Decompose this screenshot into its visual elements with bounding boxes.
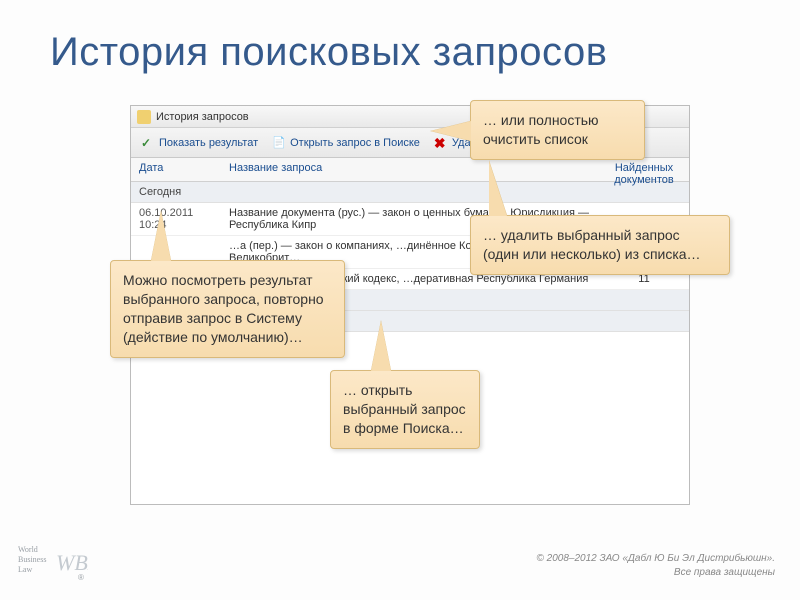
svg-text:Business: Business [18, 555, 46, 564]
callout-tail [151, 211, 171, 261]
wbl-logo: World Business Law WBL ® [18, 540, 88, 582]
open-in-search-label: Открыть запрос в Поиске [290, 137, 420, 149]
open-icon [272, 136, 286, 150]
callout-open-search: … открыть выбранный запрос в форме Поиск… [330, 370, 480, 449]
callout-tail [431, 121, 471, 141]
callout-text: … открыть выбранный запрос в форме Поиск… [343, 382, 466, 436]
callout-text: Можно посмотреть результат выбранного за… [123, 272, 324, 345]
svg-text:World: World [18, 545, 38, 554]
callout-text: … или полностью очистить список [483, 112, 599, 147]
col-header-date[interactable]: Дата [131, 158, 221, 181]
svg-text:WBL: WBL [56, 550, 88, 575]
show-result-label: Показать результат [159, 137, 258, 149]
slide-title: История поисковых запросов [50, 30, 607, 75]
show-result-button[interactable]: Показать результат [135, 131, 264, 155]
callout-tail [371, 321, 391, 371]
col-header-found[interactable]: Найденных документов [599, 158, 689, 181]
callout-delete-selected: … удалить выбранный запрос (один или нес… [470, 215, 730, 275]
col-header-name[interactable]: Название запроса [221, 158, 599, 181]
copyright: © 2008–2012 ЗАО «Дабл Ю Би Эл Дистрибьюш… [537, 552, 775, 580]
callout-text: … удалить выбранный запрос (один или нес… [483, 227, 701, 262]
svg-text:Law: Law [18, 565, 32, 574]
group-today[interactable]: Сегодня [131, 182, 689, 203]
check-icon [141, 136, 155, 150]
callout-tail [489, 161, 507, 216]
callout-show-result: Можно посмотреть результат выбранного за… [110, 260, 345, 358]
cell-date: 06.10.2011 10:24 [131, 203, 221, 235]
window-title-text: История запросов [156, 111, 249, 123]
copyright-line1: © 2008–2012 ЗАО «Дабл Ю Би Эл Дистрибьюш… [537, 552, 775, 566]
callout-clear-all: … или полностью очистить список [470, 100, 645, 160]
svg-text:®: ® [78, 573, 84, 582]
open-in-search-button[interactable]: Открыть запрос в Поиске [266, 131, 426, 155]
history-icon [137, 110, 151, 124]
copyright-line2: Все права защищены [537, 566, 775, 580]
column-headers: Дата Название запроса Найденных документ… [131, 158, 689, 182]
